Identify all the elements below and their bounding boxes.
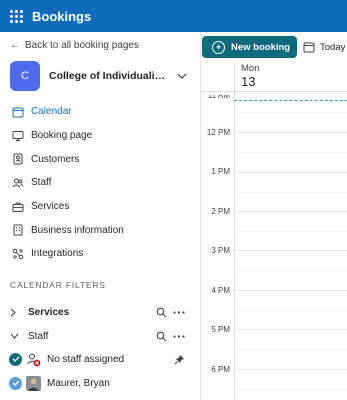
hour-label: 4 PM bbox=[211, 286, 230, 295]
more-options-icon[interactable] bbox=[170, 303, 188, 321]
day-divider bbox=[234, 92, 235, 400]
half-hour-line bbox=[234, 231, 347, 232]
sidebar-item-business-information[interactable]: Business information bbox=[0, 218, 200, 242]
hour-label: 2 PM bbox=[211, 207, 230, 216]
chevron-down-icon[interactable] bbox=[10, 333, 22, 339]
half-hour-line bbox=[234, 192, 347, 193]
calendar-today-icon bbox=[303, 42, 315, 53]
staff-item-no-staff: No staff assigned bbox=[0, 349, 200, 369]
back-link-label: Back to all booking pages bbox=[25, 40, 139, 51]
app-header: Bookings bbox=[0, 0, 347, 32]
hour-label: 6 PM bbox=[211, 365, 230, 374]
hour-line bbox=[234, 132, 347, 133]
hour-line bbox=[234, 369, 347, 370]
time-gutter-header bbox=[201, 62, 234, 92]
half-hour-line bbox=[234, 389, 347, 390]
back-to-booking-pages-link[interactable]: ← Back to all booking pages bbox=[10, 40, 139, 51]
monitor-icon bbox=[11, 129, 24, 142]
building-icon bbox=[11, 224, 24, 237]
sidebar-nav: Calendar Booking page Customers Staff Se… bbox=[0, 100, 200, 266]
day-column-header[interactable]: Mon 13 bbox=[234, 62, 347, 92]
hour-line bbox=[234, 290, 347, 291]
staff-filter-row[interactable]: Staff bbox=[0, 326, 200, 346]
org-avatar: C bbox=[10, 61, 40, 91]
calendar-filters-heading: CALENDAR FILTERS bbox=[10, 280, 106, 290]
no-staff-icon bbox=[26, 352, 41, 367]
half-hour-line bbox=[234, 310, 347, 311]
sidebar-item-label: Calendar bbox=[31, 106, 72, 118]
sidebar-item-staff[interactable]: Staff bbox=[0, 171, 200, 195]
calendar-main: + New booking Today Mon 13 11 AM 12 PM 1… bbox=[200, 32, 347, 400]
hour-label: 11 AM bbox=[207, 92, 230, 100]
sidebar-item-label: Staff bbox=[31, 177, 52, 189]
chevron-down-icon bbox=[175, 69, 189, 83]
half-hour-line bbox=[234, 270, 347, 271]
new-booking-button[interactable]: + New booking bbox=[202, 36, 297, 58]
search-icon[interactable] bbox=[152, 327, 170, 345]
sidebar-item-services[interactable]: Services bbox=[0, 195, 200, 219]
calendar-grid[interactable]: 11 AM 12 PM 1 PM 2 PM 3 PM 4 PM 5 PM 6 P… bbox=[201, 92, 347, 400]
arrow-left-icon: ← bbox=[10, 40, 20, 51]
sidebar-item-customers[interactable]: Customers bbox=[0, 147, 200, 171]
staff-filter-label: Staff bbox=[28, 330, 49, 342]
half-hour-line bbox=[234, 112, 347, 113]
sidebar-item-label: Customers bbox=[31, 153, 80, 165]
sidebar-item-booking-page[interactable]: Booking page bbox=[0, 124, 200, 148]
hour-line bbox=[234, 172, 347, 173]
half-hour-line bbox=[234, 152, 347, 153]
current-time-indicator bbox=[234, 100, 347, 101]
staff-item-label: Maurer, Bryan bbox=[47, 377, 110, 389]
hour-label: 5 PM bbox=[211, 325, 230, 334]
checkbox-checked-icon[interactable] bbox=[9, 352, 22, 366]
half-hour-line bbox=[234, 349, 347, 350]
hour-label: 3 PM bbox=[211, 246, 230, 255]
calendar-icon bbox=[11, 105, 24, 118]
hour-line bbox=[234, 250, 347, 251]
hour-label: 1 PM bbox=[211, 167, 230, 176]
calendar-toolbar: + New booking Today bbox=[201, 32, 347, 62]
hour-line bbox=[234, 211, 347, 212]
people-icon bbox=[11, 176, 24, 189]
pin-icon[interactable] bbox=[170, 350, 188, 368]
day-of-week: Mon bbox=[241, 63, 260, 74]
today-label: Today bbox=[320, 41, 346, 53]
avatar bbox=[26, 375, 41, 391]
today-button[interactable]: Today bbox=[303, 36, 345, 58]
sidebar-item-calendar[interactable]: Calendar bbox=[0, 100, 200, 124]
search-icon[interactable] bbox=[152, 303, 170, 321]
app-title: Bookings bbox=[32, 8, 92, 24]
hour-label: 12 PM bbox=[206, 128, 230, 137]
services-filter-label: Services bbox=[28, 306, 70, 318]
sidebar: ← Back to all booking pages C College of… bbox=[0, 32, 200, 400]
org-name: College of Individualized... bbox=[49, 70, 167, 82]
app-launcher-icon[interactable] bbox=[0, 0, 32, 32]
chevron-right-icon[interactable] bbox=[10, 308, 22, 317]
integrations-icon bbox=[11, 247, 24, 260]
more-options-icon[interactable] bbox=[170, 327, 188, 345]
day-number: 13 bbox=[241, 74, 256, 89]
sidebar-item-label: Booking page bbox=[31, 130, 93, 142]
sidebar-item-label: Integrations bbox=[31, 248, 84, 260]
sidebar-item-label: Business information bbox=[31, 224, 124, 236]
checkbox-checked-icon[interactable] bbox=[9, 376, 22, 390]
services-filter-row[interactable]: Services bbox=[0, 302, 200, 322]
org-switcher[interactable]: C College of Individualized... bbox=[10, 61, 195, 91]
plus-circle-icon: + bbox=[212, 40, 225, 54]
hour-line bbox=[234, 329, 347, 330]
briefcase-icon bbox=[11, 200, 24, 213]
staff-item-maurer-bryan: Maurer, Bryan bbox=[0, 373, 200, 393]
sidebar-item-integrations[interactable]: Integrations bbox=[0, 242, 200, 266]
contact-card-icon bbox=[11, 153, 24, 166]
sidebar-item-label: Services bbox=[31, 201, 70, 213]
new-booking-label: New booking bbox=[231, 41, 291, 53]
staff-item-label: No staff assigned bbox=[47, 353, 125, 365]
